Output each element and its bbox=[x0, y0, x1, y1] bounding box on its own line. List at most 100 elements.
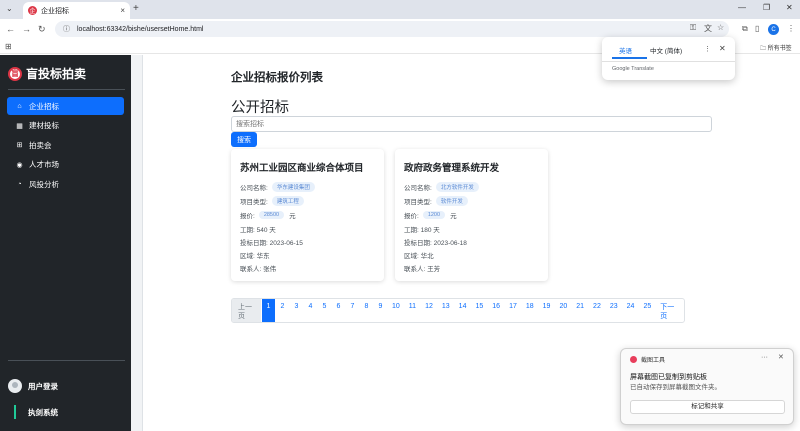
sidebar-item-label: 企业招标 bbox=[29, 101, 59, 111]
reload-icon[interactable]: ↻ bbox=[38, 24, 46, 35]
more-options-icon[interactable]: ⋮ bbox=[704, 45, 711, 53]
sidebar-item-label: 人才市场 bbox=[29, 160, 59, 169]
apps-grid-icon[interactable]: ⊞ bbox=[5, 42, 12, 51]
pagination-page[interactable]: 12 bbox=[421, 299, 438, 322]
price-label: 报价: bbox=[404, 212, 419, 220]
card-title: 政府政务管理系统开发 bbox=[404, 163, 500, 174]
url-text: localhost:63342/bishe/usersetHome.html bbox=[77, 25, 204, 33]
snipping-tool-icon bbox=[630, 356, 637, 363]
window-close-icon[interactable]: ✕ bbox=[786, 3, 793, 12]
sidebar: 盲 盲投标拍卖 ⌂ 企业招标 ▦ 建材投标 ⊞ 拍卖会 ◉ 人才市场 ◔ 风投分… bbox=[0, 55, 131, 431]
pagination-page[interactable]: 13 bbox=[438, 299, 455, 322]
bookmark-star-icon[interactable]: ☆ bbox=[717, 23, 724, 32]
restore-icon[interactable]: ❐ bbox=[763, 3, 770, 12]
price-badge: 1200 bbox=[422, 210, 446, 219]
pagination-page[interactable]: 22 bbox=[589, 299, 606, 322]
pagination-page[interactable]: 4 bbox=[304, 299, 318, 322]
translate-source-tab[interactable]: 英语 bbox=[619, 45, 632, 55]
pagination-page[interactable]: 10 bbox=[388, 299, 405, 322]
sidebar-item-talent-market[interactable]: ◉ 人才市场 bbox=[7, 156, 124, 174]
sidebar-item-auction[interactable]: ⊞ 拍卖会 bbox=[7, 136, 124, 154]
price-unit: 元 bbox=[450, 212, 457, 220]
snip-notification[interactable]: 截图工具 ··· ✕ 屏幕截图已复制到剪贴板 已自动保存到屏幕截图文件夹。 标记… bbox=[620, 348, 794, 425]
close-icon[interactable]: ✕ bbox=[719, 44, 726, 53]
brand[interactable]: 盲 盲投标拍卖 bbox=[8, 65, 86, 82]
back-icon[interactable]: ← bbox=[6, 24, 15, 34]
pagination-prev[interactable]: 上一页 bbox=[232, 299, 262, 322]
section-title: 公开招标 bbox=[231, 100, 289, 116]
company-label: 公司名称: bbox=[404, 184, 432, 192]
pagination-page[interactable]: 2 bbox=[276, 299, 290, 322]
more-options-icon[interactable]: ··· bbox=[761, 354, 768, 361]
card-price-row: 报价: 28500 元 bbox=[240, 208, 375, 221]
price-label: 报价: bbox=[240, 212, 255, 220]
pagination-page[interactable]: 9 bbox=[374, 299, 388, 322]
pagination-page[interactable]: 14 bbox=[455, 299, 472, 322]
pagination-page[interactable]: 21 bbox=[572, 299, 590, 322]
translate-target-tab[interactable]: 中文 (简体) bbox=[650, 45, 682, 55]
pagination-page[interactable]: 6 bbox=[332, 299, 346, 322]
page-title: 企业招标报价列表 bbox=[231, 72, 323, 84]
divider bbox=[8, 360, 125, 361]
pagination-page[interactable]: 17 bbox=[505, 299, 522, 322]
extensions-icon[interactable]: ⧉ bbox=[742, 24, 748, 34]
markup-share-button[interactable]: 标记和共享 bbox=[630, 400, 785, 414]
price-unit: 元 bbox=[289, 212, 296, 220]
key-icon[interactable]: ⚿ bbox=[690, 23, 696, 33]
forward-icon[interactable]: → bbox=[22, 24, 31, 34]
card-company-row: 公司名称: 华东建设集团 bbox=[240, 180, 375, 193]
site-info-icon[interactable]: ⓘ bbox=[63, 24, 70, 34]
pagination-page[interactable]: 23 bbox=[606, 299, 623, 322]
bid-card[interactable]: 苏州工业园区商业综合体项目 公司名称: 华东建设集团 项目类型: 建筑工程 报价: 2… bbox=[231, 149, 384, 281]
pagination-page[interactable]: 5 bbox=[318, 299, 332, 322]
translate-brand: Google Translate bbox=[612, 66, 654, 72]
browser-tab[interactable]: 企 企业招标 × bbox=[23, 2, 130, 19]
pagination-page[interactable]: 16 bbox=[488, 299, 506, 322]
sidebar-nav: ⌂ 企业招标 ▦ 建材投标 ⊞ 拍卖会 ◉ 人才市场 ◔ 风投分析 bbox=[7, 97, 124, 195]
pagination-next[interactable]: 下一页 bbox=[656, 299, 684, 322]
sidebar-item-materials-bidding[interactable]: ▦ 建材投标 bbox=[7, 117, 124, 135]
browser-tab-bar: ⌄ 企 企业招标 × + — ❐ ✕ bbox=[0, 0, 800, 19]
pagination-page[interactable]: 18 bbox=[522, 299, 539, 322]
address-bar[interactable]: ⓘ localhost:63342/bishe/usersetHome.html bbox=[55, 21, 729, 37]
close-icon[interactable]: ✕ bbox=[778, 353, 784, 361]
tab-search-icon[interactable]: ⌄ bbox=[6, 4, 13, 13]
new-tab-icon[interactable]: + bbox=[133, 3, 139, 14]
pagination-page[interactable]: 19 bbox=[539, 299, 556, 322]
company-badge: 北方软件开发 bbox=[435, 181, 479, 192]
search-button[interactable]: 搜索 bbox=[231, 132, 257, 147]
pagination: 上一页 1 2 3 4 5 6 7 8 9 10 11 12 13 14 15 16 17 18 19 20 21 22 2… bbox=[231, 298, 686, 323]
system-link[interactable]: 执剑系统 bbox=[8, 405, 58, 419]
sidepanel-icon[interactable]: ▯ bbox=[755, 24, 759, 33]
pagination-page[interactable]: 8 bbox=[360, 299, 374, 322]
search-input[interactable] bbox=[231, 116, 712, 132]
card-date: 投标日期: 2023-06-15 bbox=[240, 239, 303, 247]
browser-menu-icon[interactable]: ⋮ bbox=[787, 24, 795, 33]
system-label: 执剑系统 bbox=[28, 407, 58, 417]
all-bookmarks-link[interactable]: 🗀 所有书签 bbox=[760, 43, 792, 54]
price-badge: 28500 bbox=[258, 210, 285, 219]
notification-subtitle: 已自动保存到屏幕截图文件夹。 bbox=[630, 384, 721, 391]
sidebar-item-enterprise-bidding[interactable]: ⌂ 企业招标 bbox=[7, 97, 124, 115]
card-title: 苏州工业园区商业综合体项目 bbox=[240, 163, 364, 174]
pagination-page[interactable]: 3 bbox=[290, 299, 304, 322]
card-company-row: 公司名称: 北方软件开发 bbox=[404, 180, 539, 193]
pagination-page[interactable]: 24 bbox=[623, 299, 640, 322]
pagination-page[interactable]: 20 bbox=[555, 299, 573, 322]
minimize-icon[interactable]: — bbox=[738, 3, 746, 12]
divider bbox=[602, 61, 735, 62]
table-icon: ▦ bbox=[16, 122, 23, 130]
pagination-page[interactable]: 7 bbox=[346, 299, 360, 322]
pagination-page[interactable]: 1 bbox=[262, 299, 276, 322]
pagination-page[interactable]: 25 bbox=[639, 299, 657, 322]
pagination-page[interactable]: 11 bbox=[405, 299, 422, 322]
pagination-page[interactable]: 15 bbox=[471, 299, 489, 322]
translate-icon[interactable]: 文 bbox=[704, 23, 712, 34]
user-login-link[interactable]: 用户登录 bbox=[8, 379, 58, 393]
bid-card[interactable]: 政府政务管理系统开发 公司名称: 北方软件开发 项目类型: 软件开发 报价: 1200… bbox=[395, 149, 548, 281]
type-label: 项目类型: bbox=[404, 198, 432, 206]
profile-avatar[interactable]: C bbox=[768, 24, 779, 35]
avatar bbox=[8, 379, 22, 393]
tab-close-icon[interactable]: × bbox=[120, 6, 125, 15]
sidebar-item-vc-analysis[interactable]: ◔ 风投分析 bbox=[7, 175, 124, 193]
